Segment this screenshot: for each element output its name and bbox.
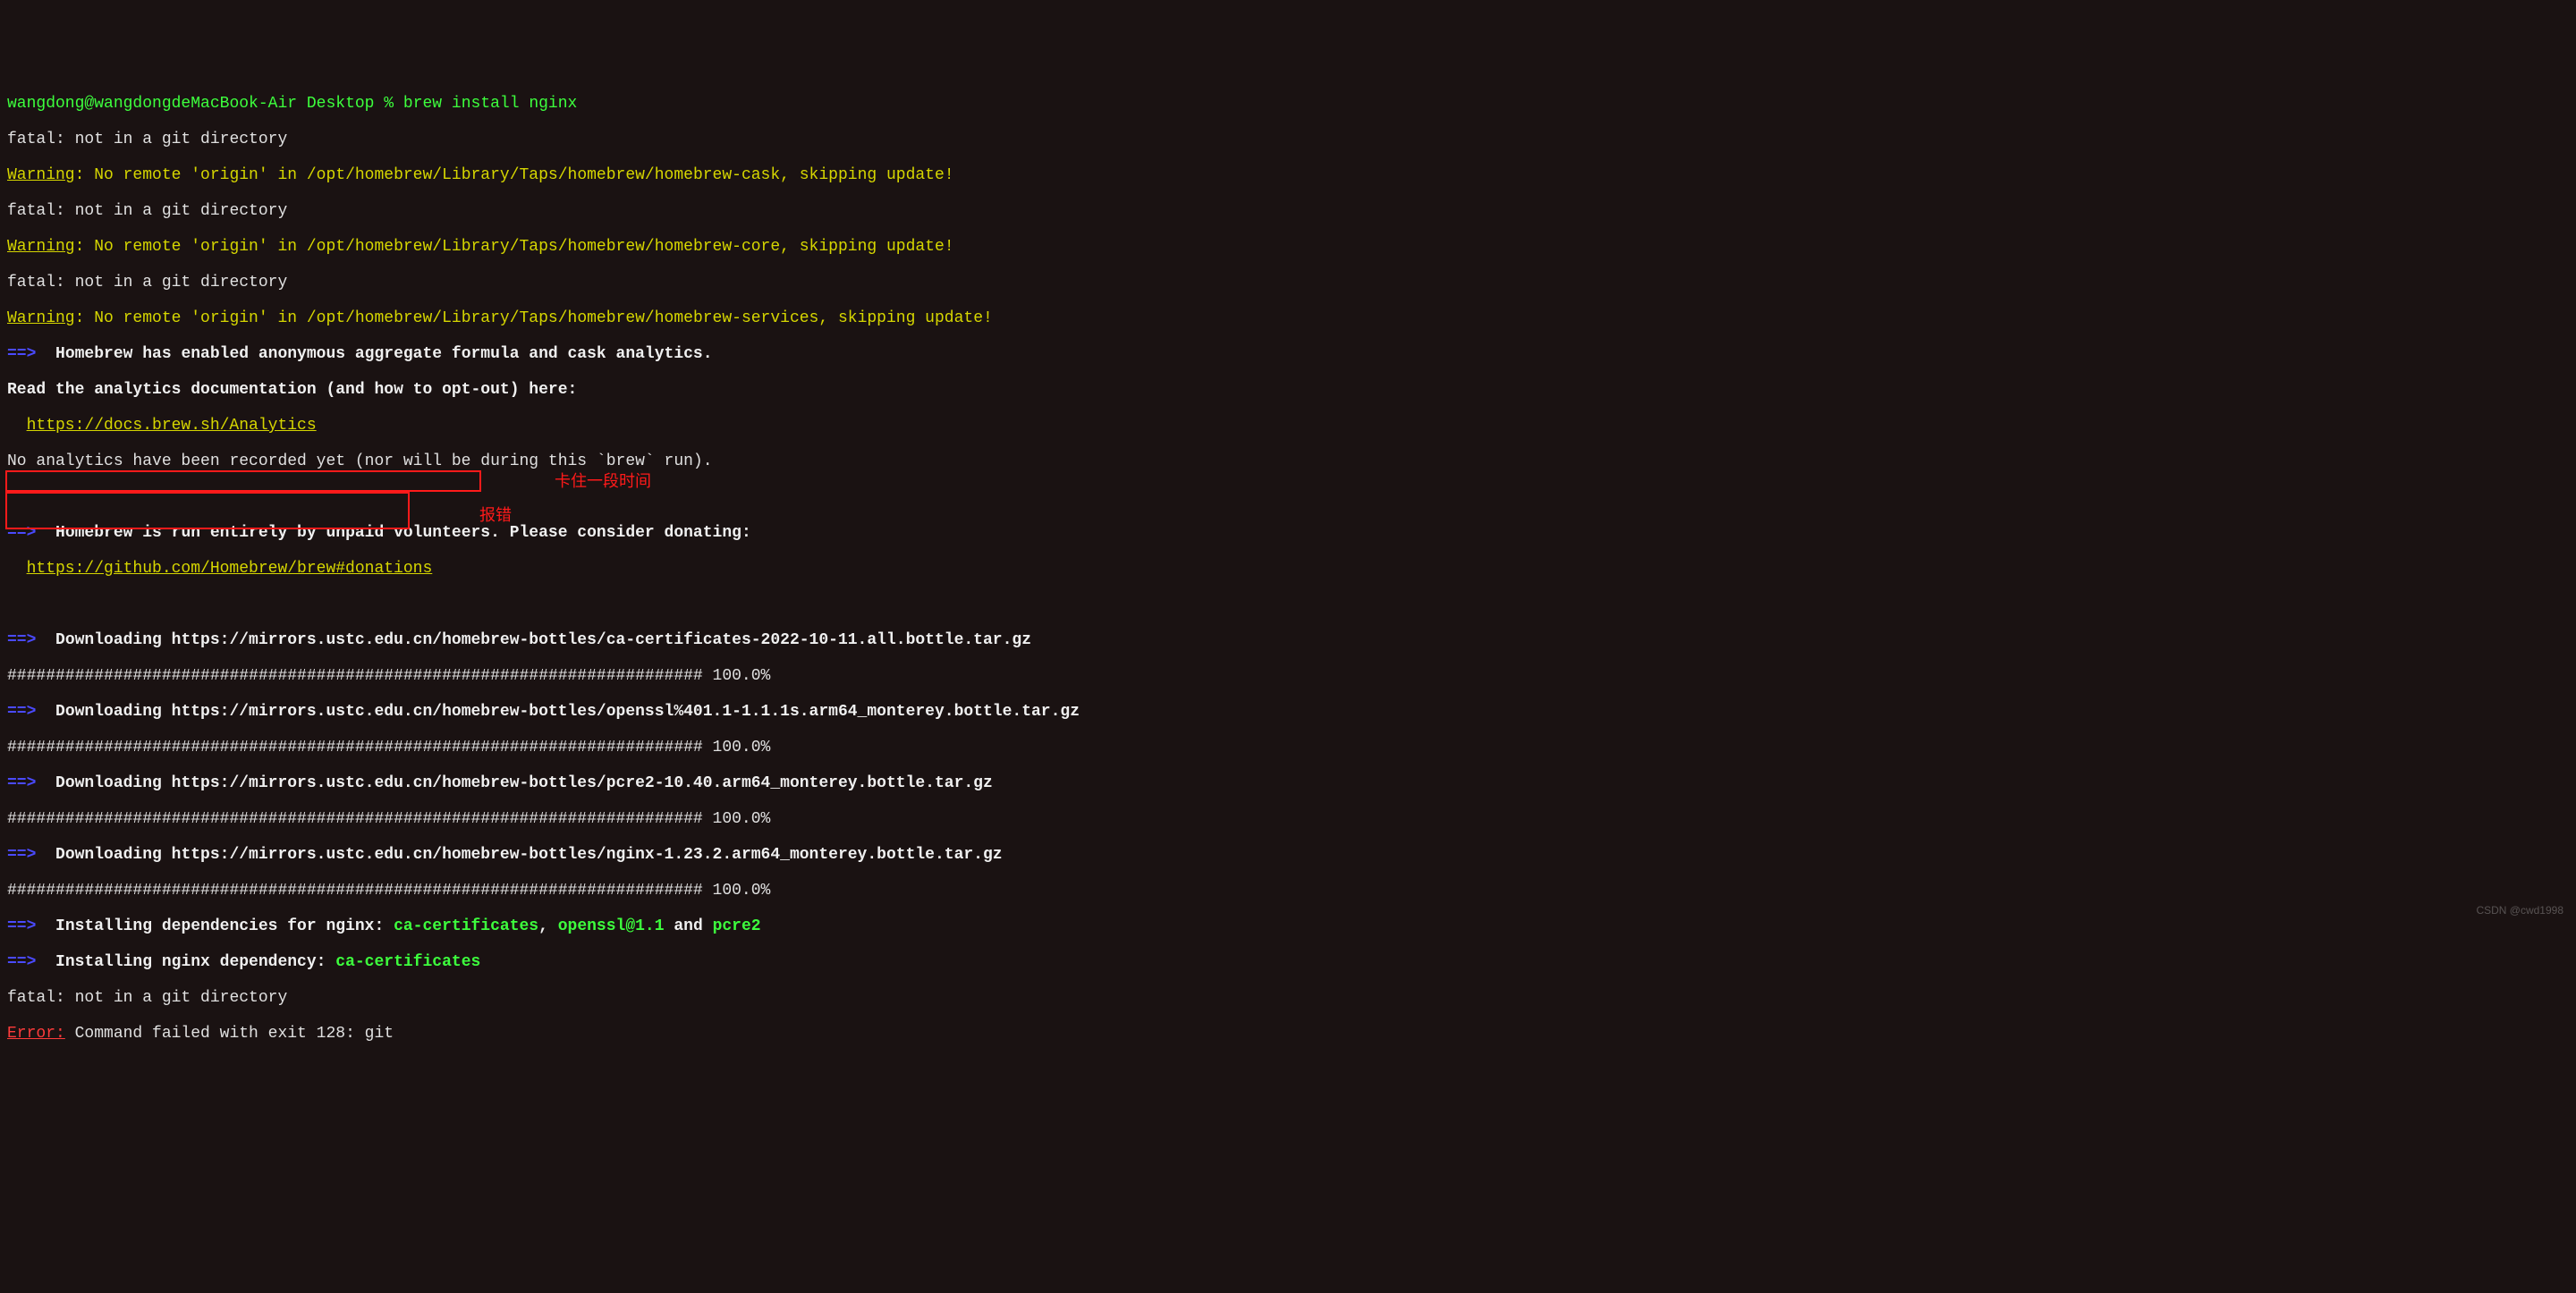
download-text: Downloading https://mirrors.ustc.edu.cn/… bbox=[55, 846, 1003, 864]
progress-bar: ########################################… bbox=[7, 739, 2569, 756]
fatal-text: fatal: not in a git directory bbox=[7, 131, 2569, 148]
progress-bar: ########################################… bbox=[7, 810, 2569, 828]
download-text: Downloading https://mirrors.ustc.edu.cn/… bbox=[55, 631, 1031, 649]
fatal-text: fatal: not in a git directory bbox=[7, 202, 2569, 220]
download-text: Downloading https://mirrors.ustc.edu.cn/… bbox=[55, 703, 1080, 721]
dep-name: ca-certificates bbox=[394, 917, 538, 935]
warning-label: Warning bbox=[7, 309, 75, 327]
progress-bar: ########################################… bbox=[7, 882, 2569, 900]
annotation-text-error: 报错 bbox=[479, 506, 512, 524]
warning-text: : No remote 'origin' in /opt/homebrew/Li… bbox=[75, 166, 954, 184]
fatal-text: fatal: not in a git directory bbox=[7, 989, 2569, 1007]
fatal-text: fatal: not in a git directory bbox=[7, 274, 2569, 292]
dep-name: pcre2 bbox=[713, 917, 761, 935]
install-dep-name: ca-certificates bbox=[335, 953, 480, 971]
analytics-read: Read the analytics documentation (and ho… bbox=[7, 381, 2569, 399]
download-text: Downloading https://mirrors.ustc.edu.cn/… bbox=[55, 774, 993, 792]
warning-label: Warning bbox=[7, 166, 75, 184]
donate-url[interactable]: https://github.com/Homebrew/brew#donatio… bbox=[27, 560, 433, 578]
analytics-none: No analytics have been recorded yet (nor… bbox=[7, 452, 2569, 470]
dep-name: openssl@1.1 bbox=[558, 917, 665, 935]
arrow-icon: ==> bbox=[7, 953, 36, 971]
arrow-icon: ==> bbox=[7, 846, 36, 864]
watermark: CSDN @cwd1998 bbox=[2476, 901, 2563, 919]
warning-text: : No remote 'origin' in /opt/homebrew/Li… bbox=[75, 309, 993, 327]
error-msg: Command failed with exit 128: git bbox=[65, 1025, 394, 1043]
arrow-icon: ==> bbox=[7, 345, 36, 363]
analytics-head: Homebrew has enabled anonymous aggregate… bbox=[55, 345, 713, 363]
prompt-user-host: wangdong@wangdongdeMacBook-Air Desktop %… bbox=[7, 95, 577, 113]
deps-label: Installing dependencies for nginx: bbox=[55, 917, 394, 935]
arrow-icon: ==> bbox=[7, 703, 36, 721]
arrow-icon: ==> bbox=[7, 631, 36, 649]
warning-label: Warning bbox=[7, 238, 75, 256]
progress-bar: ########################################… bbox=[7, 667, 2569, 685]
arrow-icon: ==> bbox=[7, 524, 36, 542]
analytics-url[interactable]: https://docs.brew.sh/Analytics bbox=[27, 417, 317, 435]
install-dep-label: Installing nginx dependency: bbox=[55, 953, 335, 971]
annotation-text-stuck: 卡住一段时间 bbox=[555, 472, 651, 490]
warning-text: : No remote 'origin' in /opt/homebrew/Li… bbox=[75, 238, 954, 256]
terminal-output[interactable]: wangdong@wangdongdeMacBook-Air Desktop %… bbox=[7, 77, 2569, 1061]
donate-head: Homebrew is run entirely by unpaid volun… bbox=[55, 524, 751, 542]
arrow-icon: ==> bbox=[7, 774, 36, 792]
error-label: Error: bbox=[7, 1025, 65, 1043]
arrow-icon: ==> bbox=[7, 917, 36, 935]
